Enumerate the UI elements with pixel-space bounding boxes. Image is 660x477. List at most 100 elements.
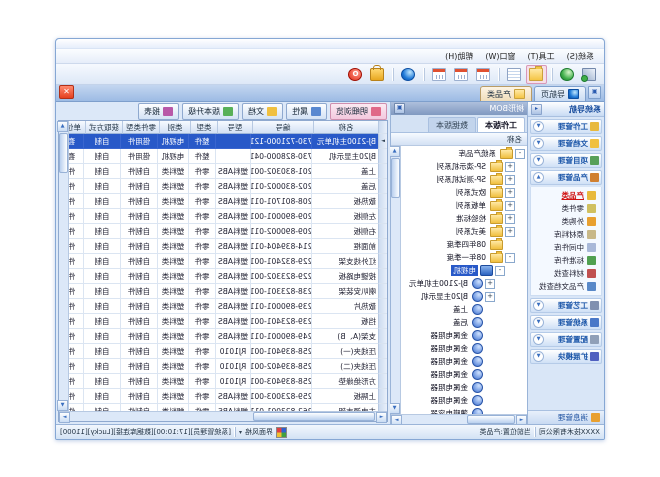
tree-node-检验标准[interactable]: +检验标准 — [401, 212, 527, 225]
skin-palette-icon[interactable] — [276, 427, 287, 438]
folder-button[interactable] — [526, 65, 547, 84]
collapse-icon[interactable]: - — [505, 253, 515, 263]
table-row[interactable]: 上盖201-830302-001塑料ABS零件塑料类自制件自制件 — [69, 164, 387, 179]
expand-icon[interactable]: + — [505, 175, 515, 185]
tree-node-电视机[interactable]: -电视机 — [401, 264, 527, 277]
collapse-icon[interactable]: - — [515, 149, 525, 159]
chevron-down-icon[interactable]: ▼ — [533, 351, 544, 362]
table-report-button[interactable] — [504, 65, 525, 84]
scroll-thumb[interactable] — [59, 133, 68, 173]
table-row[interactable]: 散热片239-890001-011塑料ABS零件塑料类自制件自制件 — [69, 299, 387, 314]
scroll-up-icon[interactable]: ▲ — [389, 146, 400, 157]
tree-tab-工作版本[interactable]: 工作版本 — [477, 117, 525, 132]
chevron-down-icon[interactable]: ▼ — [533, 317, 544, 328]
table-button-报表[interactable]: 报表 — [138, 103, 179, 120]
lock-button[interactable] — [367, 65, 388, 84]
tree-node-BJ20主显示机[interactable]: +BJ20主显示机 — [401, 290, 527, 303]
tree-node-BJ-2100主机单元[interactable]: +BJ-2100主机单元 — [401, 277, 527, 290]
sidebar-footer-message[interactable]: 消息管理 — [528, 410, 604, 424]
table-button-属性[interactable]: 属性 — [286, 103, 327, 120]
table-row[interactable]: 方形绝缘垫258-839403-001RJ1010零件塑料类自制件自制件 — [69, 374, 387, 389]
table-row[interactable]: 喇叭安装架238-823301-001塑料ABS零件塑料类自制件自制件 — [69, 284, 387, 299]
collapse-icon[interactable]: - — [495, 266, 505, 276]
column-header-单位[interactable]: 单位 — [69, 121, 85, 134]
menu-item-帮助(H)[interactable]: 帮助(H) — [439, 50, 479, 63]
scroll-right-icon[interactable]: ► — [59, 412, 70, 423]
sidebar-item-标准件库[interactable]: 标准件库 — [531, 254, 596, 267]
style-dropdown-caret-icon[interactable]: ▾ — [239, 429, 242, 436]
table-row[interactable]: 前面框214-839404-011塑料ABS零件塑料类自制件自制件 — [69, 239, 387, 254]
chevron-down-icon[interactable]: ▼ — [533, 121, 544, 132]
tree-node-08年一季度[interactable]: -08年一季度 — [401, 251, 527, 264]
tree-node-后盖[interactable]: +后盖 — [401, 316, 527, 329]
tab-导航页[interactable]: 导航页 — [534, 86, 586, 101]
tree-node-SP-测试机系列[interactable]: +SP-测试机系列 — [401, 173, 527, 186]
menu-item-系统(S)[interactable]: 系统(S) — [561, 50, 600, 63]
expand-icon[interactable]: + — [485, 292, 495, 302]
expand-icon[interactable]: + — [505, 201, 515, 211]
scroll-thumb[interactable] — [253, 412, 375, 421]
column-header-编号[interactable]: 编号 — [252, 121, 313, 134]
column-header-型号[interactable]: 型号 — [217, 121, 252, 134]
sidebar-section-扩展模块[interactable]: 扩展模块▼ — [530, 349, 602, 364]
sidebar-section-文档管理[interactable]: 文档管理▼ — [530, 136, 602, 151]
scroll-thumb[interactable] — [467, 415, 515, 424]
sidebar-item-外购类[interactable]: 外购类 — [531, 215, 596, 228]
table-row[interactable]: BJ20主显示机730-828000-041整件电视机借用件自制套 — [69, 149, 387, 164]
scroll-up-icon[interactable]: ▲ — [57, 121, 68, 132]
column-header-获取方式[interactable]: 获取方式 — [85, 121, 122, 134]
scroll-down-icon[interactable]: ▼ — [57, 400, 68, 411]
tree-horizontal-scrollbar[interactable]: ◄ ► — [391, 414, 527, 424]
table-row[interactable]: 按键电路板229-823302-001塑料ABS零件塑料类自制件自制件 — [69, 269, 387, 284]
nav-toggle-button[interactable]: ▣ — [588, 86, 601, 99]
sidebar-item-中间件库[interactable]: 中间件库 — [531, 241, 596, 254]
column-header-类型[interactable]: 类型 — [190, 121, 217, 134]
table-vertical-scrollbar[interactable]: ▲ ▼ — [59, 121, 69, 411]
sidebar-section-配置管理[interactable]: 配置管理▼ — [530, 332, 602, 347]
tree-node-金属电阻器[interactable]: +金属电阻器 — [401, 381, 527, 394]
calendar-view-button[interactable] — [429, 65, 450, 84]
close-tab-icon[interactable]: ✕ — [59, 85, 74, 99]
sidebar-section-系统管理[interactable]: 系统管理▼ — [530, 315, 602, 330]
tree-node-上盖[interactable]: +上盖 — [401, 303, 527, 316]
sidebar-item-材料查找[interactable]: 材料查找 — [531, 267, 596, 280]
tree-column-header[interactable]: 名称 — [391, 133, 527, 146]
calendar-edit-button[interactable] — [451, 65, 472, 84]
table-horizontal-scrollbar[interactable]: ◄ ► — [59, 411, 387, 421]
scroll-left-icon[interactable]: ◄ — [376, 412, 387, 423]
tab-产品类[interactable]: 产品类 — [480, 86, 532, 101]
tree-node-金属电阻器[interactable]: +金属电阻器 — [401, 329, 527, 342]
tree-node-单板系列[interactable]: +单板系列 — [401, 199, 527, 212]
table-button-文档[interactable]: 文档 — [242, 103, 283, 120]
expand-icon[interactable]: + — [505, 162, 515, 172]
tree-node-美式系列[interactable]: +美式系列 — [401, 225, 527, 238]
expand-icon[interactable]: + — [505, 188, 515, 198]
stop-button[interactable]: O — [345, 65, 366, 84]
globe-green-button[interactable] — [557, 65, 578, 84]
sidebar-section-产品管理[interactable]: 产品管理▲ — [530, 170, 602, 185]
table-row[interactable]: 挡板239-823401-001塑料ABS零件塑料类自制件自制件 — [69, 314, 387, 329]
chevron-down-icon[interactable]: ▼ — [533, 138, 544, 149]
table-row[interactable]: 主电源支架262-823001-011塑料ABS零件塑料类自制件自制件 — [69, 404, 387, 411]
expand-icon[interactable]: + — [485, 279, 495, 289]
menu-item-工具(T)[interactable]: 工具(T) — [522, 50, 561, 63]
sidebar-section-工作管理[interactable]: 工作管理▼ — [530, 119, 602, 134]
tree-node-08年四季度[interactable]: +08年四季度 — [401, 238, 527, 251]
chevron-down-icon[interactable]: ▼ — [533, 334, 544, 345]
status-style-label[interactable]: 界面风格 — [245, 427, 273, 437]
tree-tab-数据版本[interactable]: 数据版本 — [428, 117, 476, 132]
table-row[interactable]: 散热板208-801701-011塑料ABS零件塑料类自制件自制件 — [69, 194, 387, 209]
table-row[interactable]: 右侧板209-890002-011塑料ABS零件塑料类自制件自制件 — [69, 224, 387, 239]
sidebar-item-产品文档查找[interactable]: 产品文档查找 — [531, 280, 596, 293]
window-titlebar[interactable] — [56, 39, 604, 49]
table-row[interactable]: 压线夹(二)258-839402-001RJ1010零件塑料类自制件自制件 — [69, 359, 387, 374]
tree-node-金属电阻器[interactable]: +金属电阻器 — [401, 355, 527, 368]
scroll-thumb[interactable] — [391, 158, 400, 198]
tree-node-SP-演示机系列[interactable]: +SP-演示机系列 — [401, 160, 527, 173]
tree-node-金属电阻器[interactable]: +金属电阻器 — [401, 394, 527, 407]
tree-panel-pin-icon[interactable]: ▣ — [394, 103, 405, 114]
menu-item-窗口(W)[interactable]: 窗口(W) — [479, 50, 521, 63]
sidebar-section-工艺管理[interactable]: 工艺管理▼ — [530, 298, 602, 313]
table-row[interactable]: 左侧板209-890001-001塑料ABS零件塑料类自制件自制件 — [69, 209, 387, 224]
globe-blue-button[interactable] — [398, 65, 419, 84]
